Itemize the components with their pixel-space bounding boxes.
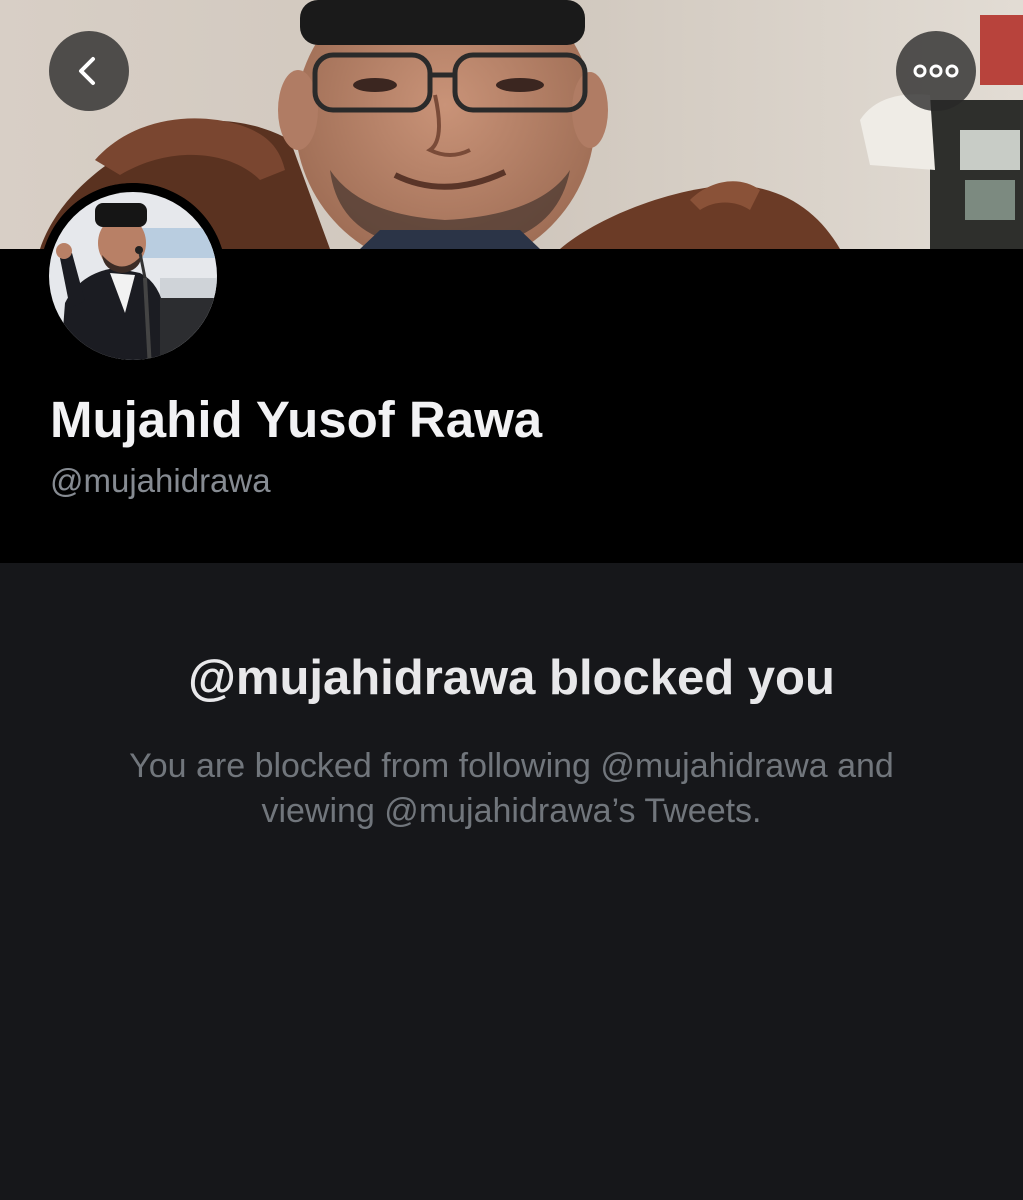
blocked-description-line-2: viewing @mujahidrawa’s Tweets. bbox=[261, 792, 762, 830]
blocked-title: @mujahidrawa blocked you bbox=[188, 651, 835, 705]
blocked-description: You are blocked from following @mujahidr… bbox=[60, 744, 963, 834]
blocked-description-line-1: You are blocked from following @mujahidr… bbox=[129, 747, 894, 785]
profile-screen: Mujahid Yusof Rawa @mujahidrawa @mujahid… bbox=[0, 0, 1023, 1200]
avatar[interactable] bbox=[40, 183, 226, 369]
more-options-button[interactable] bbox=[896, 31, 976, 111]
back-button[interactable] bbox=[49, 31, 129, 111]
chevron-left-icon bbox=[79, 57, 95, 85]
profile-display-name: Mujahid Yusof Rawa bbox=[50, 391, 543, 448]
more-horizontal-icon bbox=[913, 64, 959, 78]
profile-handle: @mujahidrawa bbox=[50, 462, 271, 499]
